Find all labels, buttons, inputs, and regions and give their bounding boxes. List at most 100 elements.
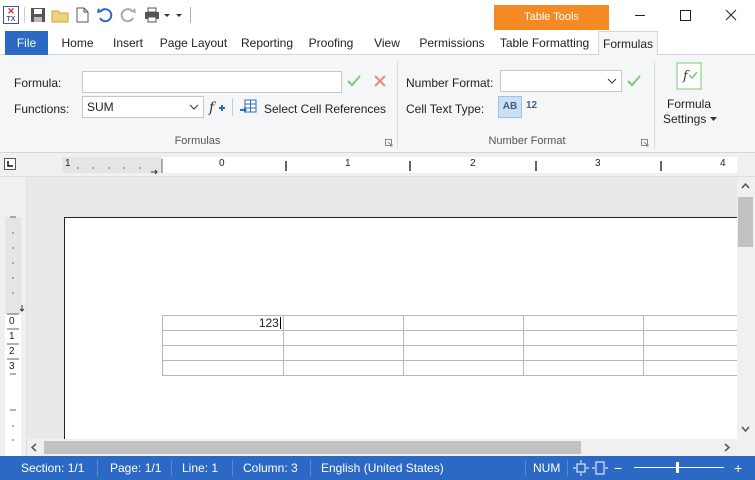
print-icon[interactable] bbox=[143, 6, 161, 24]
functions-label: Functions: bbox=[14, 102, 70, 116]
dialog-launcher-icon[interactable] bbox=[385, 139, 393, 147]
status-bar: Section: 1/1 Page: 1/1 Line: 1 Column: 3… bbox=[0, 456, 755, 480]
cancel-formula-icon[interactable] bbox=[373, 74, 387, 88]
print-dropdown-icon[interactable] bbox=[162, 6, 172, 24]
tab-reporting[interactable]: Reporting bbox=[237, 31, 297, 55]
table-cell[interactable] bbox=[522, 315, 644, 331]
table-cell[interactable] bbox=[642, 360, 737, 376]
table-row bbox=[162, 360, 737, 376]
apply-number-format-icon[interactable] bbox=[627, 74, 641, 88]
tab-view[interactable]: View bbox=[367, 31, 407, 55]
insert-function-icon[interactable]: f bbox=[208, 98, 226, 116]
status-separator bbox=[310, 460, 311, 476]
scroll-left-icon[interactable] bbox=[31, 443, 37, 452]
formula-settings-label-line2[interactable]: Settings bbox=[663, 112, 706, 126]
table-cell[interactable] bbox=[642, 345, 737, 361]
table-cell[interactable] bbox=[522, 345, 644, 361]
qat-separator bbox=[24, 7, 25, 23]
status-separator bbox=[97, 460, 98, 476]
table-cell[interactable] bbox=[522, 360, 644, 376]
tab-file[interactable]: File bbox=[5, 31, 48, 55]
table-cell[interactable] bbox=[642, 330, 737, 346]
number-format-select[interactable] bbox=[500, 70, 622, 92]
vertical-scroll-thumb[interactable] bbox=[738, 197, 753, 247]
cell-type-text-button[interactable]: AB bbox=[498, 96, 522, 118]
table-cell[interactable] bbox=[162, 360, 284, 376]
table-cell[interactable] bbox=[402, 360, 524, 376]
scroll-right-icon[interactable] bbox=[724, 443, 730, 452]
scrollbar-corner bbox=[737, 439, 755, 456]
status-column: Column: 3 bbox=[243, 461, 298, 475]
group-separator bbox=[397, 61, 398, 149]
table-cell[interactable] bbox=[162, 345, 284, 361]
table-cell[interactable] bbox=[162, 330, 284, 346]
tab-stop-selector-icon[interactable] bbox=[4, 158, 16, 170]
table-cell[interactable] bbox=[522, 330, 644, 346]
fit-width-icon[interactable] bbox=[592, 460, 608, 476]
zoom-in-button[interactable]: + bbox=[734, 456, 742, 480]
table-cell[interactable] bbox=[282, 330, 404, 346]
table-cell[interactable] bbox=[402, 315, 524, 331]
formula-settings-dropdown-icon[interactable] bbox=[710, 117, 717, 122]
new-document-icon[interactable] bbox=[73, 6, 91, 24]
cell-type-number-button[interactable]: 12 bbox=[526, 100, 537, 111]
table-row bbox=[162, 345, 737, 361]
maximize-icon[interactable] bbox=[662, 0, 708, 31]
table-cell[interactable] bbox=[642, 315, 737, 331]
minimize-icon[interactable] bbox=[617, 0, 663, 31]
accept-formula-icon[interactable] bbox=[347, 74, 361, 88]
horizontal-scrollbar[interactable] bbox=[27, 439, 737, 456]
table-cell[interactable] bbox=[402, 330, 524, 346]
redo-icon[interactable] bbox=[119, 6, 137, 24]
tab-permissions[interactable]: Permissions bbox=[414, 31, 490, 55]
table-cell[interactable] bbox=[282, 315, 404, 331]
formula-label: Formula: bbox=[14, 76, 62, 90]
table-cell[interactable] bbox=[282, 345, 404, 361]
tab-proofing[interactable]: Proofing bbox=[303, 31, 359, 55]
undo-icon[interactable] bbox=[96, 6, 114, 24]
table-cell[interactable] bbox=[402, 345, 524, 361]
close-icon[interactable] bbox=[708, 0, 754, 31]
document-area[interactable]: 123 bbox=[27, 177, 737, 439]
document-table[interactable]: 123 bbox=[162, 315, 737, 376]
number-format-group-label: Number Format bbox=[488, 135, 566, 147]
open-folder-icon[interactable] bbox=[51, 6, 69, 24]
fit-page-icon[interactable] bbox=[573, 460, 589, 476]
zoom-slider-track[interactable] bbox=[634, 467, 724, 468]
save-icon[interactable] bbox=[29, 6, 47, 24]
vertical-ruler[interactable]: 0 1 2 3 bbox=[0, 177, 27, 456]
formula-input[interactable] bbox=[82, 71, 342, 93]
horizontal-ruler[interactable]: 1 0 1 2 3 4 bbox=[0, 153, 755, 177]
formula-settings-icon[interactable]: f bbox=[675, 61, 703, 91]
status-separator bbox=[232, 460, 233, 476]
ribbon-panel: Formula: Functions: SUM f Select Cell Re… bbox=[0, 55, 755, 153]
select-cell-references-icon[interactable] bbox=[239, 99, 257, 115]
chevron-down-icon bbox=[189, 104, 199, 110]
functions-separator bbox=[232, 98, 233, 116]
zoom-slider-thumb[interactable] bbox=[676, 462, 679, 473]
status-num-lock: NUM bbox=[533, 461, 561, 475]
scroll-up-icon[interactable] bbox=[741, 183, 750, 189]
ruler-ticks bbox=[77, 159, 662, 175]
status-separator bbox=[171, 460, 172, 476]
tab-table-formatting[interactable]: Table Formatting bbox=[494, 31, 595, 55]
tab-insert[interactable]: Insert bbox=[108, 31, 148, 55]
document-page[interactable]: 123 bbox=[64, 217, 737, 439]
scroll-down-icon[interactable] bbox=[741, 426, 750, 432]
select-cell-references-button[interactable]: Select Cell References bbox=[264, 102, 386, 116]
tab-home[interactable]: Home bbox=[55, 31, 100, 55]
vertical-scrollbar[interactable] bbox=[737, 177, 755, 439]
horizontal-scroll-thumb[interactable] bbox=[44, 441, 581, 454]
contextual-tab-table-tools: Table Tools bbox=[494, 5, 609, 30]
table-cell[interactable] bbox=[282, 360, 404, 376]
status-language[interactable]: English (United States) bbox=[321, 456, 444, 480]
functions-select[interactable]: SUM bbox=[82, 96, 204, 118]
tab-page-layout[interactable]: Page Layout bbox=[156, 31, 231, 55]
dialog-launcher-icon[interactable] bbox=[641, 139, 649, 147]
formulas-group-label: Formulas bbox=[174, 135, 221, 147]
customize-qat-icon[interactable] bbox=[174, 6, 184, 24]
formula-settings-label-line1[interactable]: Formula bbox=[666, 97, 712, 111]
table-cell[interactable]: 123 bbox=[162, 315, 284, 331]
zoom-out-button[interactable]: − bbox=[614, 456, 622, 480]
tab-formulas[interactable]: Formulas bbox=[598, 31, 658, 56]
